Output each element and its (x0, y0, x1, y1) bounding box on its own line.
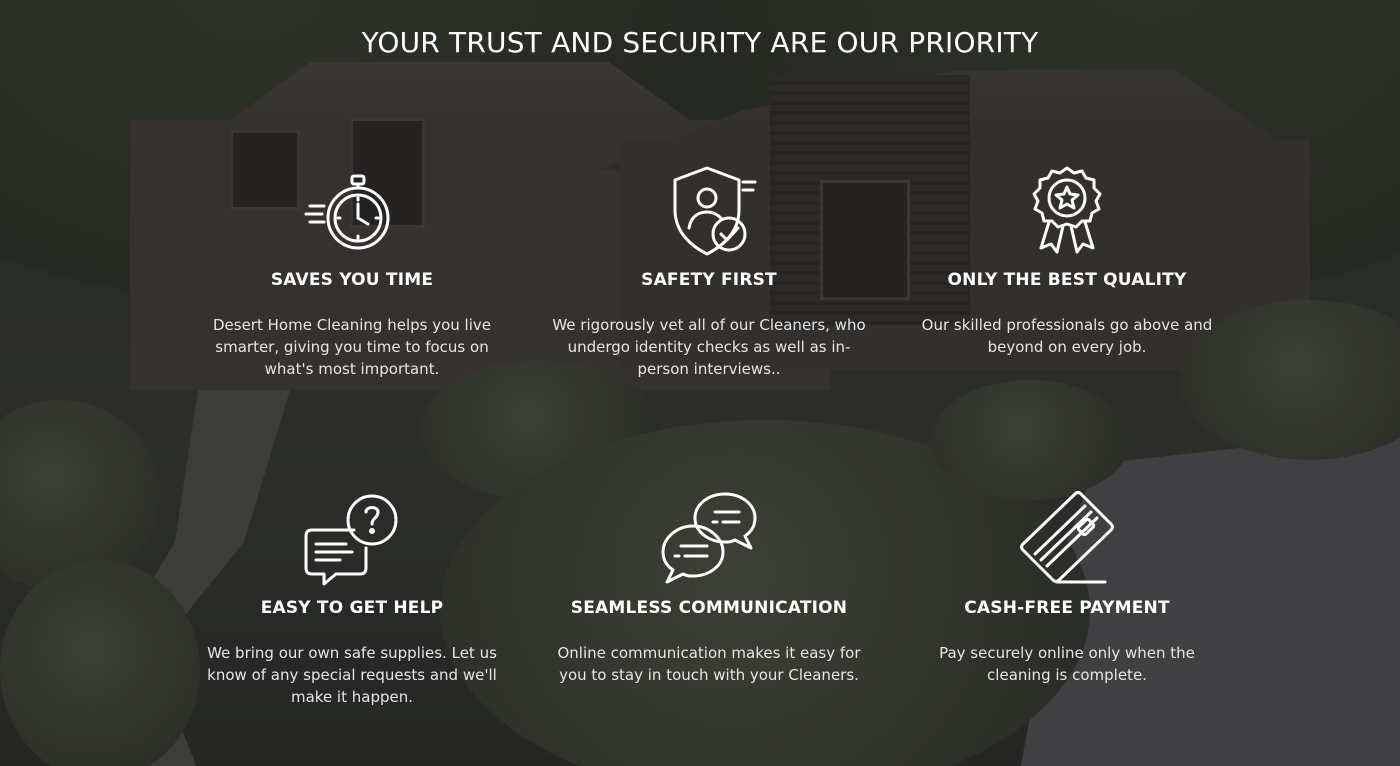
feature-description: We bring our own safe supplies. Let us k… (207, 644, 497, 706)
feature-description: Pay securely online only when the cleani… (939, 644, 1195, 684)
feature-easy-help: EASY TO GET HELP We bring our own safe s… (192, 490, 512, 708)
feature-title: SAVES YOU TIME (270, 270, 434, 290)
award-badge-icon (1017, 162, 1117, 262)
feature-title: EASY TO GET HELP (260, 598, 444, 618)
feature-title: ONLY THE BEST QUALITY (947, 270, 1187, 290)
feature-cash-free-payment: CASH-FREE PAYMENT Pay securely online on… (907, 490, 1227, 686)
chat-bubbles-icon (659, 490, 759, 590)
feature-saves-time: SAVES YOU TIME Desert Home Cleaning help… (192, 162, 512, 380)
section-headline: YOUR TRUST AND SECURITY ARE OUR PRIORITY (361, 26, 1039, 59)
feature-description: We rigorously vet all of our Cleaners, w… (552, 316, 866, 378)
feature-safety-first: SAFETY FIRST We rigorously vet all of ou… (549, 162, 869, 380)
trust-section: YOUR TRUST AND SECURITY ARE OUR PRIORITY… (0, 0, 1400, 766)
feature-title: CASH-FREE PAYMENT (964, 598, 1170, 618)
credit-card-icon (1017, 490, 1117, 590)
stopwatch-icon (302, 162, 402, 262)
shield-person-check-icon (659, 162, 759, 262)
feature-description: Desert Home Cleaning helps you live smar… (212, 316, 491, 378)
feature-description: Online communication makes it easy for y… (557, 644, 861, 684)
chat-question-icon (302, 490, 402, 590)
feature-description: Our skilled professionals go above and b… (921, 316, 1213, 356)
feature-title: SEAMLESS COMMUNICATION (570, 598, 848, 618)
feature-seamless-communication: SEAMLESS COMMUNICATION Online communicat… (549, 490, 869, 686)
feature-title: SAFETY FIRST (641, 270, 777, 290)
feature-best-quality: ONLY THE BEST QUALITY Our skilled profes… (907, 162, 1227, 358)
